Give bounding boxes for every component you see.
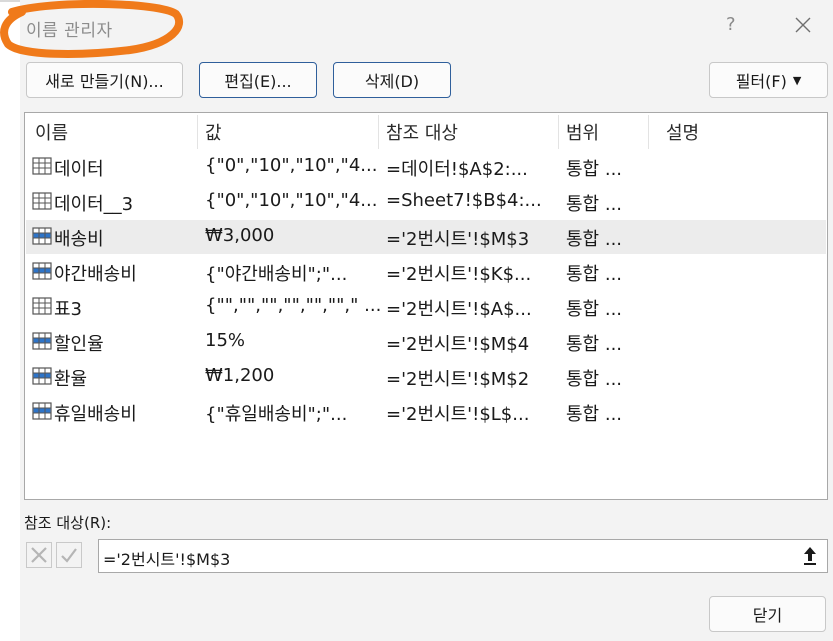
annotation-oval [0,0,184,58]
row-refers-to: ='2번시트'!$M$2 [386,369,530,390]
row-value: {"야간배송비";"... [205,264,348,285]
column-header-value[interactable]: 값 [205,119,222,145]
named-range-icon [32,367,52,385]
column-divider [648,115,649,149]
row-scope: 통합 ... [566,264,623,285]
row-value: ₩3,000 [205,225,275,246]
refers-to-input[interactable]: ='2번시트'!$M$3 [98,539,828,573]
table-icon [32,157,52,175]
row-value: 15% [205,330,246,351]
list-item[interactable]: 데이터 {"0","10","10","4... =데이터!$A$2:... 통… [26,150,826,184]
row-scope: 통합 ... [566,229,623,250]
row-refers-to: =데이터!$A$2:... [386,159,528,180]
column-header-refers-to[interactable]: 참조 대상 [386,119,458,145]
named-range-icon [32,332,52,350]
table-icon [32,192,52,210]
list-item[interactable]: 야간배송비 {"야간배송비";"... ='2번시트'!$K$... 통합 ..… [26,255,826,289]
filter-button[interactable]: 필터(F) ▼ [709,62,828,98]
row-scope: 통합 ... [566,299,623,320]
refers-to-label: 참조 대상(R): [24,514,112,532]
confirm-edit-button[interactable] [56,542,82,568]
new-button-label: 새로 만들기(N)... [45,72,164,91]
named-range-icon [32,227,52,245]
row-scope: 통합 ... [566,159,623,180]
row-value: {"휴일배송비";"... [205,404,348,425]
named-range-icon [32,402,52,420]
new-button[interactable]: 새로 만들기(N)... [26,62,183,98]
row-refers-to: ='2번시트'!$A$... [386,299,532,320]
checkmark-icon [61,548,77,563]
row-name: 데이터 [54,159,104,180]
column-divider [197,115,198,149]
row-scope: 통합 ... [566,194,623,215]
row-refers-to: ='2번시트'!$M$4 [386,334,530,355]
row-value: {"0","10","10","4... [205,190,378,211]
column-header-scope[interactable]: 범위 [566,119,599,145]
column-header-name[interactable]: 이름 [35,119,68,145]
row-name: 데이터__3 [54,194,134,215]
row-name: 할인율 [54,334,104,355]
row-refers-to: ='2번시트'!$K$... [386,264,532,285]
close-button-label: 닫기 [752,606,783,625]
named-range-icon [32,262,52,280]
close-icon [31,547,47,563]
row-scope: 통합 ... [566,334,623,355]
cancel-edit-button[interactable] [26,542,52,568]
close-icon[interactable] [792,14,814,36]
list-item[interactable]: 표3 {"","","","","",""," ... ='2번시트'!$A$.… [26,290,826,324]
row-scope: 통합 ... [566,369,623,390]
row-name: 표3 [54,299,83,320]
row-name: 배송비 [54,229,104,250]
list-item[interactable]: 데이터__3 {"0","10","10","4... =Sheet7!$B$4… [26,185,826,219]
column-divider [558,115,559,149]
delete-button[interactable]: 삭제(D) [333,62,451,98]
table-icon [32,297,52,315]
row-value: {"0","10","10","4... [205,155,378,176]
row-name: 환율 [54,369,88,390]
row-value: {"","","","","",""," ... [205,295,382,316]
list-item[interactable]: 환율 ₩1,200 ='2번시트'!$M$2 통합 ... [26,360,826,394]
close-button[interactable]: 닫기 [709,596,826,632]
row-scope: 통합 ... [566,404,623,425]
edit-button[interactable]: 편집(E)... [199,62,317,98]
edit-button-label: 편집(E)... [224,72,292,91]
row-refers-to: ='2번시트'!$L$... [386,404,530,425]
filter-button-label: 필터(F) [735,72,787,91]
row-name: 휴일배송비 [54,404,137,425]
column-header-comment[interactable]: 설명 [666,119,699,145]
list-item[interactable]: 휴일배송비 {"휴일배송비";"... ='2번시트'!$L$... 통합 ..… [26,395,826,429]
row-name: 야간배송비 [54,264,137,285]
row-refers-to: ='2번시트'!$M$3 [386,229,530,250]
help-button[interactable]: ? [726,14,736,35]
column-divider [378,115,379,149]
chevron-down-icon: ▼ [792,73,802,87]
names-list[interactable]: 이름 값 참조 대상 범위 설명 데이터 {"0","10","10","4..… [24,112,828,500]
list-item-selected[interactable]: 배송비 ₩3,000 ='2번시트'!$M$3 통합 ... [26,220,826,254]
delete-button-label: 삭제(D) [364,72,420,91]
list-item[interactable]: 할인율 15% ='2번시트'!$M$4 통합 ... [26,325,826,359]
collapse-dialog-icon[interactable] [796,542,824,570]
row-refers-to: =Sheet7!$B$4:... [386,190,542,211]
row-value: ₩1,200 [205,365,275,386]
